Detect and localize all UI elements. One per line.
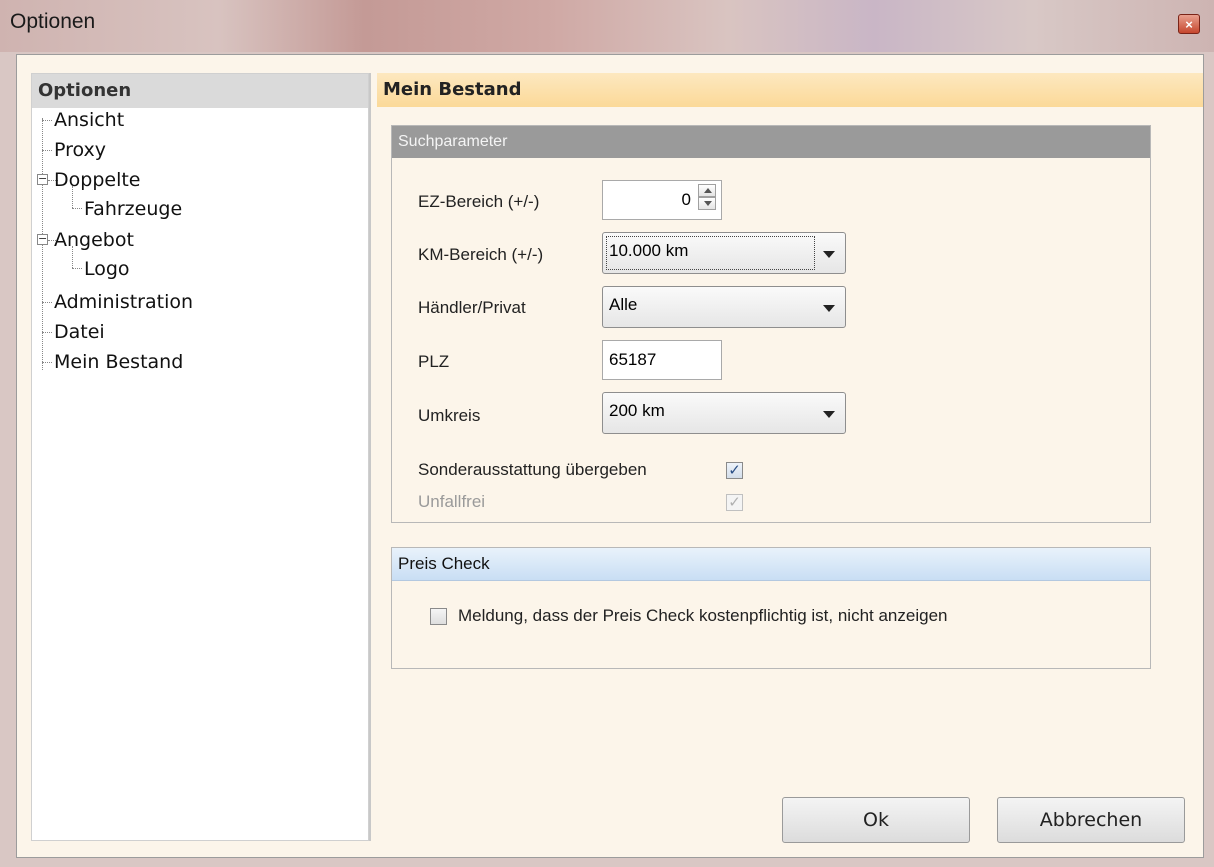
haendler-privat-label: Händler/Privat (418, 298, 526, 317)
ok-button[interactable]: Ok (782, 797, 970, 843)
km-bereich-label: KM-Bereich (+/-) (418, 245, 544, 264)
umkreis-select[interactable]: 200 km (602, 392, 846, 434)
suchparameter-header: Suchparameter (392, 126, 1150, 158)
collapse-doppelte-icon[interactable]: − (37, 173, 48, 185)
chevron-down-icon[interactable] (823, 411, 835, 418)
preis-check-group: Preis Check Meldung, dass der Preis Chec… (391, 547, 1151, 669)
sonderausstattung-checkbox[interactable]: ✓ (726, 462, 743, 479)
unfallfrei-checkbox[interactable]: ✓ (726, 494, 743, 511)
tree-connector (42, 302, 52, 303)
unfallfrei-label: Unfallfrei (418, 492, 486, 511)
ez-bereich-spinner[interactable] (698, 184, 718, 214)
preis-check-header: Preis Check (392, 548, 1150, 581)
km-bereich-value: 10.000 km (609, 241, 689, 260)
cancel-button[interactable]: Abbrechen (997, 797, 1185, 843)
tree-item-logo[interactable]: Logo (84, 256, 130, 282)
plz-input[interactable]: 65187 (602, 340, 722, 380)
suchparameter-group: Suchparameter EZ-Bereich (+/-) 0 KM-Bere… (391, 125, 1151, 523)
title-bar[interactable]: Optionen × (0, 0, 1214, 52)
window-title: Optionen (10, 10, 96, 33)
collapse-angebot-icon[interactable]: − (37, 233, 48, 245)
preis-check-checkbox[interactable] (430, 608, 447, 625)
umkreis-value: 200 km (609, 401, 665, 420)
spin-down-icon[interactable] (698, 197, 716, 210)
umkreis-label: Umkreis (418, 406, 481, 425)
tree-item-mein-bestand[interactable]: Mein Bestand (54, 349, 183, 375)
tree-connector (72, 268, 82, 269)
dialog-client-area: Optionen − − Ansicht Proxy Doppelte Fahr… (16, 54, 1204, 858)
spin-up-icon[interactable] (698, 184, 716, 197)
tree-item-fahrzeuge[interactable]: Fahrzeuge (84, 196, 182, 222)
tree-connector (42, 362, 52, 363)
tree-header: Optionen (32, 74, 368, 108)
page-title: Mein Bestand (377, 73, 1203, 107)
options-tree: Optionen − − Ansicht Proxy Doppelte Fahr… (31, 73, 369, 841)
plz-label: PLZ (418, 352, 450, 371)
chevron-down-icon[interactable] (823, 251, 835, 258)
ez-bereich-label: EZ-Bereich (+/-) (418, 192, 540, 211)
sonderausstattung-label: Sonderausstattung übergeben (418, 460, 647, 479)
km-bereich-select[interactable]: 10.000 km (602, 232, 846, 274)
tree-item-administration[interactable]: Administration (54, 289, 193, 315)
tree-connector (72, 208, 82, 209)
haendler-privat-value: Alle (609, 295, 638, 314)
tree-connector (42, 332, 52, 333)
options-dialog: Optionen × Optionen − − Ansicht Proxy Do… (0, 0, 1214, 867)
haendler-privat-select[interactable]: Alle (602, 286, 846, 328)
close-icon[interactable]: × (1178, 14, 1200, 34)
tree-item-ansicht[interactable]: Ansicht (54, 107, 124, 133)
main-panel: Mein Bestand Suchparameter EZ-Bereich (+… (377, 73, 1203, 841)
tree-connector (42, 120, 52, 121)
preis-check-label: Meldung, dass der Preis Check kostenpfli… (458, 606, 948, 625)
tree-item-datei[interactable]: Datei (54, 319, 105, 345)
tree-connector (42, 150, 52, 151)
chevron-down-icon[interactable] (823, 305, 835, 312)
splitter[interactable] (369, 73, 371, 841)
tree-item-proxy[interactable]: Proxy (54, 137, 106, 163)
tree-item-angebot[interactable]: Angebot (54, 227, 134, 253)
tree-item-doppelte[interactable]: Doppelte (54, 167, 140, 193)
